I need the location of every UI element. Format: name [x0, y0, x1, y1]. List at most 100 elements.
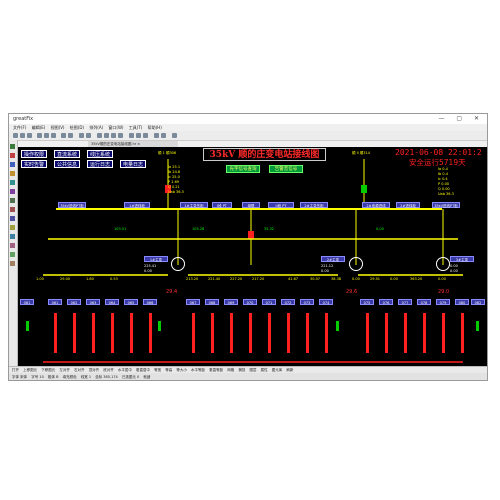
feeder-063[interactable]: 063 — [86, 299, 100, 305]
feeder-breaker[interactable] — [325, 313, 328, 353]
nav-realtime-alarm[interactable]: 实时告警 — [21, 160, 47, 168]
status-item[interactable]: 水平居中 — [118, 368, 132, 372]
button-icon[interactable] — [10, 261, 15, 266]
feeder-breaker-open[interactable] — [158, 321, 161, 331]
align-left-icon[interactable] — [129, 133, 134, 138]
open-icon[interactable] — [20, 133, 25, 138]
align-center-icon[interactable] — [136, 133, 141, 138]
alarm-signal-button[interactable]: 告警音信号 — [269, 165, 303, 173]
status-item[interactable]: 底对齐 — [103, 368, 114, 372]
status-item[interactable]: 等宽 — [154, 368, 161, 372]
redo-icon[interactable] — [68, 133, 73, 138]
align-right-icon[interactable] — [143, 133, 148, 138]
font-size-select[interactable]: 字号 10 — [31, 375, 44, 379]
feeder-066[interactable]: 066 — [143, 299, 157, 305]
feeder-073[interactable]: 073 — [300, 299, 314, 305]
nav-dc-system[interactable]: 直流系统 — [54, 150, 80, 158]
feeder-breaker[interactable] — [306, 313, 309, 353]
bus-label-pt1[interactable]: I段 PT — [212, 202, 232, 208]
status-item[interactable]: 属性 — [261, 368, 268, 372]
bus-label-tr2[interactable]: 2#主变压柜 — [300, 202, 328, 208]
bus-label-tie[interactable]: 母联 — [242, 202, 260, 208]
feeder-breaker[interactable] — [249, 313, 252, 353]
breaker-icon[interactable] — [10, 216, 15, 221]
bold-toggle[interactable]: 粗体 B — [48, 375, 59, 379]
feeder-breaker[interactable] — [111, 313, 114, 353]
feeder-breaker-open[interactable] — [476, 321, 479, 331]
nav-energy-log[interactable]: 电量日志 — [120, 160, 146, 168]
feeder-breaker[interactable] — [385, 313, 388, 353]
line-icon[interactable] — [10, 153, 15, 158]
feeder-064[interactable]: 064 — [105, 299, 119, 305]
undo-icon[interactable] — [61, 133, 66, 138]
feeder-breaker[interactable] — [404, 313, 407, 353]
status-item[interactable]: 刷新 — [286, 368, 293, 372]
bus-icon[interactable] — [10, 234, 15, 239]
copy-icon[interactable] — [44, 133, 49, 138]
cut-icon[interactable] — [37, 133, 42, 138]
feeder-breaker[interactable] — [149, 313, 152, 353]
nav-run-log[interactable]: 运行日志 — [87, 160, 113, 168]
line-width-select[interactable]: 线宽 1 — [81, 375, 91, 379]
new-icon[interactable] — [13, 133, 18, 138]
nav-voltage-system[interactable]: 线压系统 — [87, 150, 113, 158]
feeder-breaker[interactable] — [92, 313, 95, 353]
transformer-3-label[interactable]: 3#主变 — [450, 256, 474, 262]
status-item[interactable]: 等大小 — [176, 368, 187, 372]
feeder-069[interactable]: 069 — [224, 299, 238, 305]
feeder-breaker[interactable] — [423, 313, 426, 353]
feeder-070[interactable]: 070 — [243, 299, 257, 305]
feeder-breaker-open[interactable] — [26, 321, 29, 331]
menu-file[interactable]: 文件(F) — [13, 125, 26, 130]
feeder-080[interactable]: 080 — [455, 299, 469, 305]
nav-operation-permission[interactable]: 操作权限 — [21, 150, 47, 158]
feeder-074[interactable]: 074 — [319, 299, 333, 305]
breaker-right-in[interactable] — [361, 185, 367, 193]
minimize-button[interactable]: — — [438, 115, 449, 122]
status-item[interactable]: 下移图元 — [41, 368, 55, 372]
feeder-062[interactable]: 062 — [67, 299, 81, 305]
menu-view[interactable]: 视图(V) — [51, 125, 65, 130]
status-item[interactable]: 垂直等距 — [209, 368, 223, 372]
menu-tools[interactable]: 工具(T) — [129, 125, 143, 130]
status-item[interactable]: 捕捉 — [238, 368, 245, 372]
status-item[interactable]: 图层 — [250, 368, 257, 372]
transformer-3[interactable] — [436, 257, 450, 271]
status-item[interactable]: 图元库 — [272, 368, 283, 372]
status-item[interactable]: 左对齐 — [59, 368, 70, 372]
feeder-065[interactable]: 065 — [124, 299, 138, 305]
feeder-breaker[interactable] — [366, 313, 369, 353]
layer-icon[interactable] — [161, 133, 166, 138]
bus-label-in2[interactable]: 2#进线柜 — [396, 202, 420, 208]
feeder-breaker[interactable] — [73, 313, 76, 353]
rect-icon[interactable] — [10, 162, 15, 167]
nav-public-info[interactable]: 公共信息 — [54, 160, 80, 168]
status-item[interactable]: 右对齐 — [74, 368, 85, 372]
font-select[interactable]: 字体 宋体 — [12, 375, 27, 379]
image-icon[interactable] — [10, 198, 15, 203]
fill-color-picker[interactable]: 填充颜色 — [63, 375, 77, 379]
rect-tool-icon[interactable] — [104, 133, 109, 138]
feeder-078[interactable]: 078 — [417, 299, 431, 305]
transformer-1-label[interactable]: 1#主变 — [144, 256, 168, 262]
feeder-067[interactable]: 067 — [186, 299, 200, 305]
zoom-in-icon[interactable] — [79, 133, 84, 138]
feeder-061[interactable]: 061 — [48, 299, 62, 305]
bus-label-pt-right[interactable]: 35kV进线PT柜 — [432, 202, 460, 208]
status-item[interactable]: 顶对齐 — [89, 368, 100, 372]
transformer-icon[interactable] — [10, 225, 15, 230]
menu-window[interactable]: 窗口(W) — [108, 125, 123, 130]
pointer-tool-icon[interactable] — [10, 144, 15, 149]
menu-arrange[interactable]: 排列(A) — [89, 125, 103, 130]
grid-icon[interactable] — [154, 133, 159, 138]
feeder-breaker[interactable] — [461, 313, 464, 353]
maximize-button[interactable]: ▢ — [456, 115, 467, 122]
feeder-079[interactable]: 079 — [436, 299, 450, 305]
signal-query-button[interactable]: 光字信号查询 — [226, 165, 260, 173]
menu-help[interactable]: 帮助(H) — [148, 125, 162, 130]
bus-label-src2[interactable]: 2#电源进线 — [362, 202, 390, 208]
menu-draw[interactable]: 绘图(D) — [70, 125, 84, 130]
feeder-075[interactable]: 075 — [360, 299, 374, 305]
zoom-out-icon[interactable] — [86, 133, 91, 138]
transformer-2-label[interactable]: 2#主变 — [321, 256, 345, 262]
